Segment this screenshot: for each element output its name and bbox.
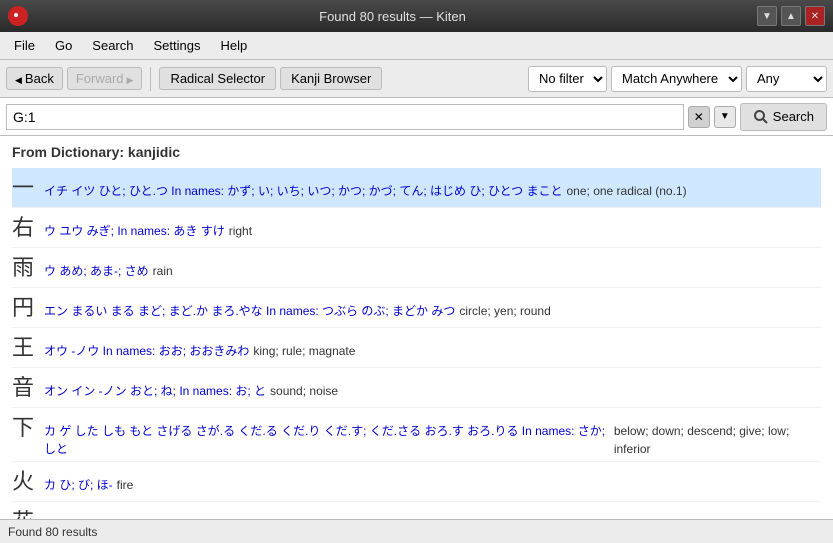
meaning-text: sound; noise xyxy=(270,382,338,400)
forward-button[interactable]: Forward xyxy=(67,67,143,90)
menu-bar: File Go Search Settings Help xyxy=(0,32,833,60)
back-icon xyxy=(15,71,22,86)
titlebar-controls: ▼ ▲ ✕ xyxy=(757,6,825,26)
meaning-text: right xyxy=(229,222,252,240)
titlebar-left xyxy=(8,6,28,26)
table-row[interactable]: 火カ ひ; び; ほ- fire xyxy=(12,462,821,502)
status-bar: Found 80 results xyxy=(0,519,833,543)
table-row[interactable]: 音オン イン -ノン おと; ね; In names: お; と sound; … xyxy=(12,368,821,408)
table-row[interactable]: 円エン まるい まる まど; まど.か まろ.やな In names: つぶら … xyxy=(12,288,821,328)
toolbar-separator xyxy=(150,67,151,91)
meaning-text: rain xyxy=(153,262,173,280)
search-bar: ✕ ▼ Search xyxy=(0,98,833,136)
table-row[interactable]: 雨ウ あめ; あま-; さめ rain xyxy=(12,248,821,288)
back-button[interactable]: Back xyxy=(6,67,63,90)
meaning-text: flower xyxy=(181,516,213,519)
reading-text: エン まるい まる まど; まど.か まろ.やな In names: つぶら の… xyxy=(44,302,455,320)
menu-help[interactable]: Help xyxy=(210,34,257,57)
clear-button[interactable]: ✕ xyxy=(688,106,710,128)
filter-select[interactable]: No filter xyxy=(528,66,607,92)
reading-text: カ ひ; び; ほ- xyxy=(44,476,113,494)
results-panel[interactable]: From Dictionary: kanjidic 一イチ イツ ひと; ひと.… xyxy=(0,136,833,519)
menu-go[interactable]: Go xyxy=(45,34,82,57)
restore-button[interactable]: ▲ xyxy=(781,6,801,26)
meaning-text: circle; yen; round xyxy=(459,302,550,320)
reading-text: イチ イツ ひと; ひと.つ In names: かず; い; いち; いつ; … xyxy=(44,182,563,200)
kanji-char: 音 xyxy=(12,371,44,404)
table-row[interactable]: 花カ ケ; はな; In names: わ flower xyxy=(12,502,821,519)
search-button[interactable]: Search xyxy=(740,103,827,131)
kanji-char: 円 xyxy=(12,291,44,324)
radical-selector-button[interactable]: Radical Selector xyxy=(159,67,276,90)
kanji-browser-button[interactable]: Kanji Browser xyxy=(280,67,382,90)
match-select[interactable]: Match Anywhere Match Beginning Match Exa… xyxy=(611,66,742,92)
dict-header: From Dictionary: kanjidic xyxy=(12,144,821,160)
titlebar-title: Found 80 results — Kiten xyxy=(28,9,757,24)
kanji-char: 一 xyxy=(12,171,44,204)
title-bar: Found 80 results — Kiten ▼ ▲ ✕ xyxy=(0,0,833,32)
reading-text: オウ -ノウ In names: おお; おおきみわ xyxy=(44,342,249,360)
status-text: Found 80 results xyxy=(8,525,97,539)
kanji-char: 花 xyxy=(12,505,44,519)
search-options-dropdown[interactable]: ▼ xyxy=(714,106,736,128)
table-row[interactable]: 下カ ゲ した しも もと さげる さが.る くだ.る くだ.り くだ.す; く… xyxy=(12,408,821,462)
kanji-char: 火 xyxy=(12,465,44,498)
table-row[interactable]: 一イチ イツ ひと; ひと.つ In names: かず; い; いち; いつ;… xyxy=(12,168,821,208)
reading-text: オン イン -ノン おと; ね; In names: お; と xyxy=(44,382,266,400)
table-row[interactable]: 右ウ ユウ みぎ; In names: あき すけ right xyxy=(12,208,821,248)
toolbar: Back Forward Radical Selector Kanji Brow… xyxy=(0,60,833,98)
kanji-char: 下 xyxy=(12,411,44,444)
menu-file[interactable]: File xyxy=(4,34,45,57)
search-icon xyxy=(753,109,769,125)
kanji-char: 雨 xyxy=(12,251,44,284)
results-list: 一イチ イツ ひと; ひと.つ In names: かず; い; いち; いつ;… xyxy=(12,168,821,519)
reading-text: カ ケ; はな; In names: わ xyxy=(44,516,177,519)
meaning-text: one; one radical (no.1) xyxy=(567,182,687,200)
meaning-text: below; down; descend; give; low; inferio… xyxy=(614,422,821,458)
grade-select[interactable]: Any Grade 1 Grade 2 Grade 3 xyxy=(746,66,827,92)
minimize-button[interactable]: ▼ xyxy=(757,6,777,26)
menu-settings[interactable]: Settings xyxy=(144,34,211,57)
reading-text: ウ ユウ みぎ; In names: あき すけ xyxy=(44,222,225,240)
kanji-char: 右 xyxy=(12,211,44,244)
close-button[interactable]: ✕ xyxy=(805,6,825,26)
table-row[interactable]: 王オウ -ノウ In names: おお; おおきみわ king; rule; … xyxy=(12,328,821,368)
kanji-char: 王 xyxy=(12,331,44,364)
meaning-text: fire xyxy=(117,476,134,494)
app-icon xyxy=(8,6,28,26)
reading-text: ウ あめ; あま-; さめ xyxy=(44,262,149,280)
meaning-text: king; rule; magnate xyxy=(253,342,355,360)
forward-icon xyxy=(127,71,134,86)
reading-text: カ ゲ した しも もと さげる さが.る くだ.る くだ.り くだ.す; くだ… xyxy=(44,422,610,458)
search-input[interactable] xyxy=(6,104,684,130)
menu-search[interactable]: Search xyxy=(82,34,143,57)
